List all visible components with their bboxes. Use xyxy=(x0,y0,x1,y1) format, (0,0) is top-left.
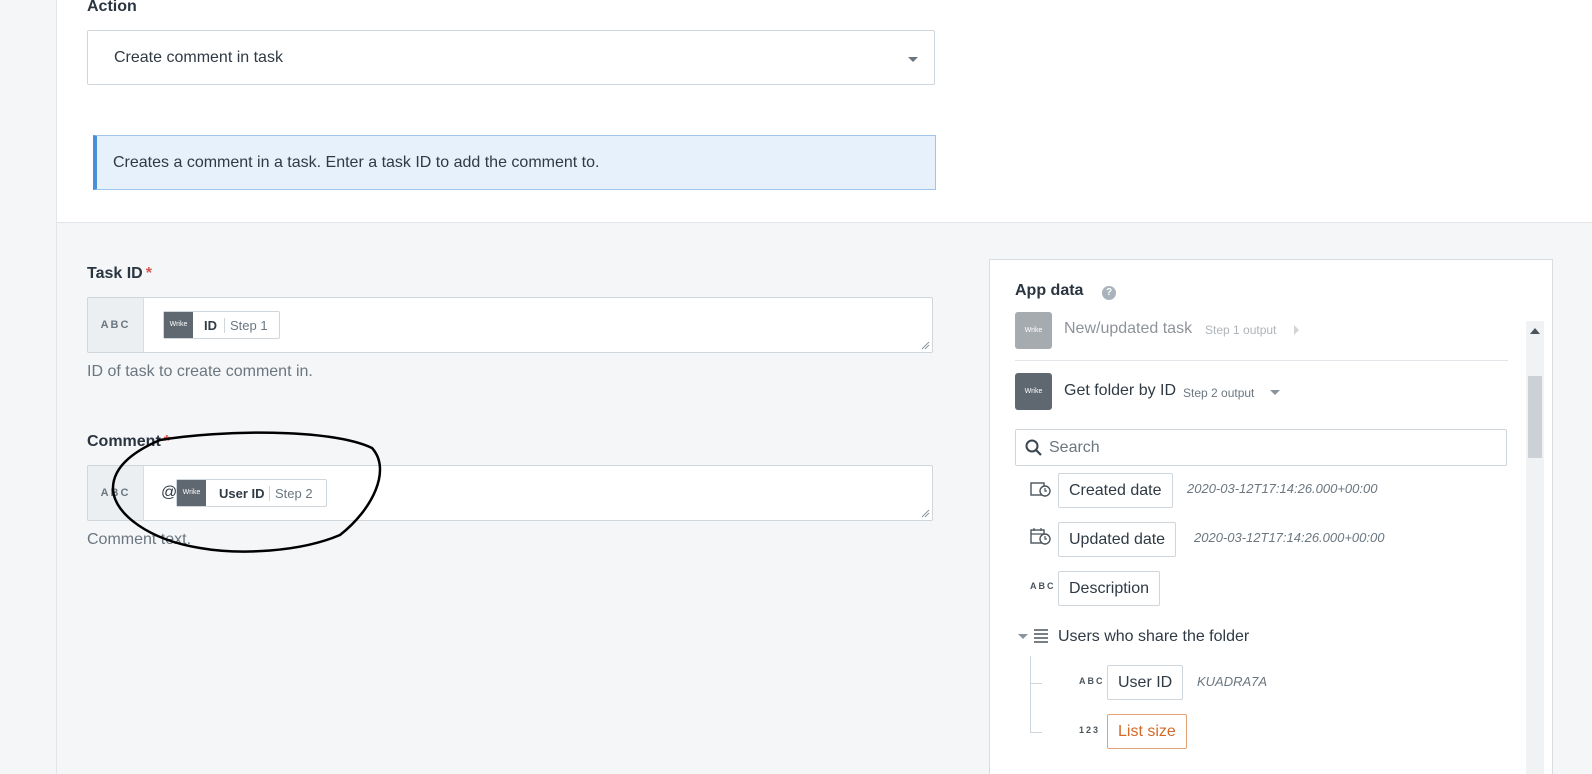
pill-name: ID xyxy=(204,318,217,333)
sample-value: 2020-03-12T17:14:26.000+00:00 xyxy=(1194,530,1385,545)
field-description[interactable]: Description xyxy=(1058,571,1161,606)
action-select[interactable]: Create comment in task xyxy=(87,30,935,85)
step-title: Get folder by ID xyxy=(1064,382,1177,399)
tree-line xyxy=(1030,732,1042,733)
pill-divider xyxy=(269,486,270,501)
action-select-value: Create comment in task xyxy=(114,49,283,66)
tree-line xyxy=(1030,683,1042,684)
action-info-box: Creates a comment in a task. Enter a tas… xyxy=(93,135,936,190)
chevron-right-icon xyxy=(1294,325,1299,335)
task-id-datapill[interactable]: Wrike ID Step 1 xyxy=(163,311,280,339)
task-id-label: Task ID * xyxy=(87,265,152,283)
comment-field[interactable]: ABC @ Wrike User ID Step 2 xyxy=(87,465,933,521)
wrike-logo-icon: Wrike xyxy=(164,312,193,338)
app-data-search[interactable]: Search xyxy=(1015,429,1507,466)
left-gutter xyxy=(0,0,57,774)
resize-handle-icon[interactable] xyxy=(921,509,930,518)
step-output-label: Step 2 output xyxy=(1183,386,1255,400)
action-info-text: Creates a comment in a task. Enter a tas… xyxy=(113,154,600,171)
pill-divider xyxy=(224,318,225,333)
required-mark: * xyxy=(145,265,152,282)
task-id-hint: ID of task to create comment in. xyxy=(87,363,313,380)
pill-step: Step 1 xyxy=(230,318,268,333)
sample-value: 2020-03-12T17:14:26.000+00:00 xyxy=(1187,481,1378,496)
text-type-icon: ABC xyxy=(88,298,144,352)
comment-label: Comment * xyxy=(87,433,170,451)
field-user-id[interactable]: User ID xyxy=(1107,665,1184,700)
required-mark: * xyxy=(163,433,171,450)
chevron-down-icon xyxy=(908,57,918,62)
pill-step: Step 2 xyxy=(275,486,313,501)
comment-label-text: Comment xyxy=(87,433,161,450)
comment-datapill[interactable]: Wrike User ID Step 2 xyxy=(176,479,327,507)
field-updated-date[interactable]: Updated date xyxy=(1058,522,1177,557)
number-type-icon: 123 xyxy=(1079,725,1101,735)
text-type-icon: ABC xyxy=(1079,676,1105,686)
divider xyxy=(1015,360,1508,361)
field-list-size[interactable]: List size xyxy=(1107,714,1187,749)
text-type-icon: ABC xyxy=(88,466,144,520)
tree-line xyxy=(1030,656,1031,732)
list-icon xyxy=(1034,629,1048,643)
app-data-panel: App data ? Wrike New/updated task Step 1… xyxy=(989,259,1553,774)
action-label: Action xyxy=(87,0,137,15)
chevron-down-icon xyxy=(1018,634,1028,639)
field-created-date[interactable]: Created date xyxy=(1058,473,1173,508)
text-type-icon: ABC xyxy=(1030,581,1056,591)
wrike-logo-icon: Wrike xyxy=(1015,312,1052,349)
resize-handle-icon[interactable] xyxy=(921,341,930,350)
scroll-up-arrow-icon[interactable] xyxy=(1530,328,1540,334)
list-label: Users who share the folder xyxy=(1058,628,1250,645)
wrike-logo-icon: Wrike xyxy=(177,480,206,506)
help-icon[interactable]: ? xyxy=(1102,286,1116,300)
task-id-label-text: Task ID xyxy=(87,265,143,282)
app-data-title: App data xyxy=(1015,282,1084,299)
pill-name: User ID xyxy=(219,486,265,501)
wrike-logo-icon: Wrike xyxy=(1015,373,1052,410)
calendar-clock-icon xyxy=(1030,482,1051,497)
step-output-label: Step 1 output xyxy=(1205,323,1277,337)
comment-hint: Comment text. xyxy=(87,531,192,548)
search-icon xyxy=(1025,439,1042,456)
sample-value: KUADRA7A xyxy=(1197,674,1268,689)
calendar-clock-icon xyxy=(1030,528,1051,545)
mention-prefix: @ xyxy=(161,484,178,501)
step-title: New/updated task xyxy=(1064,320,1193,337)
task-id-field[interactable]: ABC Wrike ID Step 1 xyxy=(87,297,933,353)
chevron-down-icon xyxy=(1270,390,1280,395)
search-placeholder: Search xyxy=(1049,439,1100,456)
scrollbar-thumb[interactable] xyxy=(1528,376,1542,458)
